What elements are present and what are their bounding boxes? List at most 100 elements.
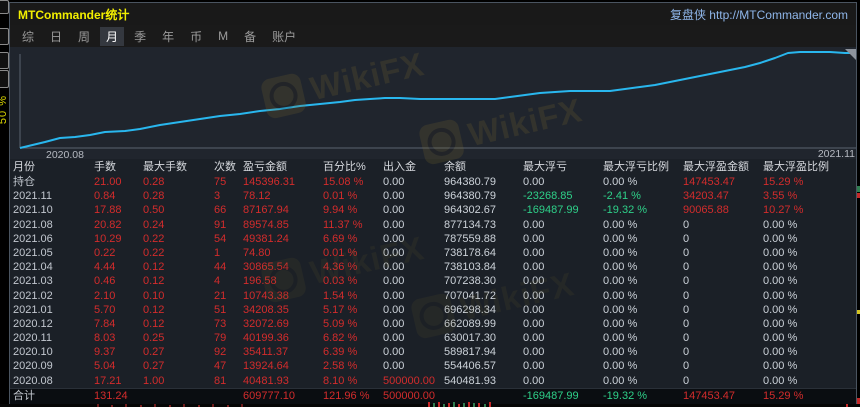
menu-item-3[interactable]: 周 [72,27,96,46]
table-cell: -169487.99 [523,204,579,217]
table-cell: 0.12 [143,317,165,330]
backdrop-icon [0,70,9,88]
chart-end-marker-icon [845,49,856,60]
table-row[interactable]: 2020.11 8.03 0.25 79 40199.36 6.82 % 0.00 63001… [10,331,856,345]
table-cell: 91 [214,218,227,231]
table-cell: 0.24 [143,218,165,231]
table-cell: 0 [683,261,690,274]
table-row[interactable]: 2021.02 2.10 0.10 21 10743.38 1.54 % 0.00 70704… [10,289,856,303]
table-cell: 500000.00 [383,374,435,387]
menu-item-6[interactable]: 年 [156,27,180,46]
table-cell: 0.00 % [763,332,798,345]
table-cell: 738103.84 [444,261,496,274]
table-row[interactable]: 2020.09 5.04 0.27 47 13924.64 2.58 % 0.00 55440… [10,359,856,373]
table-cell: 6.82 % [323,332,358,345]
table-row[interactable]: 2021.03 0.46 0.12 4 196.58 0.03 % 0.00 707238.3… [10,274,856,288]
table-cell: 66 [214,204,227,217]
table-cell: 最大浮亏 [523,161,567,173]
table-cell: 0.00 % [603,289,638,302]
table-cell: 74.80 [243,246,271,259]
table-cell: 出入金 [383,161,416,173]
table-cell [143,389,214,404]
table-cell [444,389,523,404]
table-cell: 0.00 [523,176,545,188]
table-cell: 0.00 [523,346,545,359]
menu-item-2[interactable]: 日 [44,27,68,46]
table-cell: 次数 [214,161,236,173]
menu-item-10[interactable]: 账户 [266,27,302,46]
table-cell: 2020.11 [13,332,52,345]
menu-item-9[interactable]: 备 [238,27,262,46]
table-cell: 131.24 [94,389,128,402]
table-cell: 0.00 [383,332,405,345]
table-cell: 0.00 [383,246,405,259]
table-cell: 630017.30 [444,332,496,345]
stats-table: 月份 手数 最大手数 次数 盈亏金额 百分比% 出入金 余额 最大浮亏 最大浮亏比例 最大浮盈金额 最… [10,159,856,404]
menu-item-7[interactable]: 币 [184,27,208,46]
svg-text:2020.08: 2020.08 [46,149,84,159]
table-cell: 0 [683,346,690,359]
table-row[interactable]: 2020.10 9.37 0.27 92 35411.37 6.39 % 0.00 58981… [10,345,856,359]
backdrop-candle-tick [433,403,435,407]
table-cell: 0.50 [143,204,165,217]
table-cell: 手数 [94,161,116,173]
table-cell: 持仓 [13,176,35,188]
table-cell: 5.17 % [323,303,358,316]
table-cell: 0.00 % [763,346,798,359]
table-cell: 0.84 [94,190,116,203]
table-cell: 0.00 % [603,346,638,359]
backdrop-candle-tick [453,402,455,407]
table-row[interactable]: 2020.12 7.84 0.12 73 32072.69 5.09 % 0.00 66208… [10,317,856,331]
table-cell: 0.25 [143,332,165,345]
table-cell: 0.00 % [603,317,638,330]
table-row[interactable]: 持仓 21.00 0.28 75 145396.31 15.08 % 0.00 964380.… [10,175,856,189]
table-cell: 2.58 % [323,360,358,373]
table-cell: 2021.05 [13,246,53,259]
table-row[interactable]: 2021.08 20.82 0.24 91 89574.85 11.37 % 0.00 877… [10,218,856,232]
table-cell: 15.08 % [323,176,364,188]
menu-item-5[interactable]: 季 [128,27,152,46]
table-cell: 92 [214,346,227,359]
table-row[interactable]: 2020.08 17.21 1.00 81 40481.93 8.10 % 500000.0… [10,374,856,388]
table-cell: 196.58 [243,275,277,288]
table-row[interactable]: 2021.05 0.22 0.22 1 74.80 0.01 % 0.00 738178.64… [10,246,856,260]
table-cell: 15.29 % [763,176,804,188]
table-cell: 0.00 [383,218,405,231]
table-cell: 17.21 [94,374,122,387]
table-cell: 20.82 [94,218,122,231]
table-cell: 0.00 % [603,218,638,231]
table-cell: 0.00 [523,275,545,288]
table-cell: 0.46 [94,275,116,288]
table-cell: 0.00 % [763,232,798,245]
table-cell: 最大浮盈金额 [683,161,749,173]
table-cell: 0.00 [523,332,545,345]
table-cell: 0 [683,232,690,245]
table-cell: 2021.08 [13,218,53,231]
table-cell: 2021.06 [13,232,53,245]
table-cell: 0.00 [383,190,405,203]
table-cell: 最大浮盈比例 [763,161,829,173]
table-cell: 500000.00 [383,389,435,402]
table-cell: 0.12 [143,261,165,274]
menu-item-1[interactable]: 综 [16,27,40,46]
table-cell: 0.03 % [323,275,358,288]
menu-item-4[interactable]: 月 [100,26,125,46]
table-cell: 0.00 % [603,303,638,316]
table-cell: 964380.79 [444,190,496,203]
table-cell: 49381.24 [243,232,289,245]
table-row[interactable]: 2021.04 4.44 0.12 44 30865.54 4.36 % 0.00 73810… [10,260,856,274]
table-cell: 0.28 [143,190,165,203]
menu-item-8[interactable]: M [212,28,234,44]
table-row[interactable]: 2021.01 5.70 0.12 51 34208.35 5.17 % 0.00 69629… [10,303,856,317]
table-row[interactable]: 2021.06 10.29 0.22 54 49381.24 6.69 % 0.00 7875… [10,232,856,246]
backdrop-icon [0,0,9,14]
table-cell: 738178.64 [444,246,496,259]
table-row[interactable]: 2021.11 0.84 0.28 3 78.12 0.01 % 0.00 964380.79… [10,189,856,203]
table-cell: 0.00 % [763,246,798,259]
title-bar: MTCommander统计 复盘侠 http://MTCommander.com [10,3,856,25]
table-cell: 3.55 % [763,190,798,203]
table-cell: 5.09 % [323,317,358,330]
table-cell: 0.12 [143,275,165,288]
table-cell: 964302.67 [444,204,496,217]
table-row[interactable]: 2021.10 17.88 0.50 66 87167.94 9.94 % 0.00 9643… [10,203,856,217]
